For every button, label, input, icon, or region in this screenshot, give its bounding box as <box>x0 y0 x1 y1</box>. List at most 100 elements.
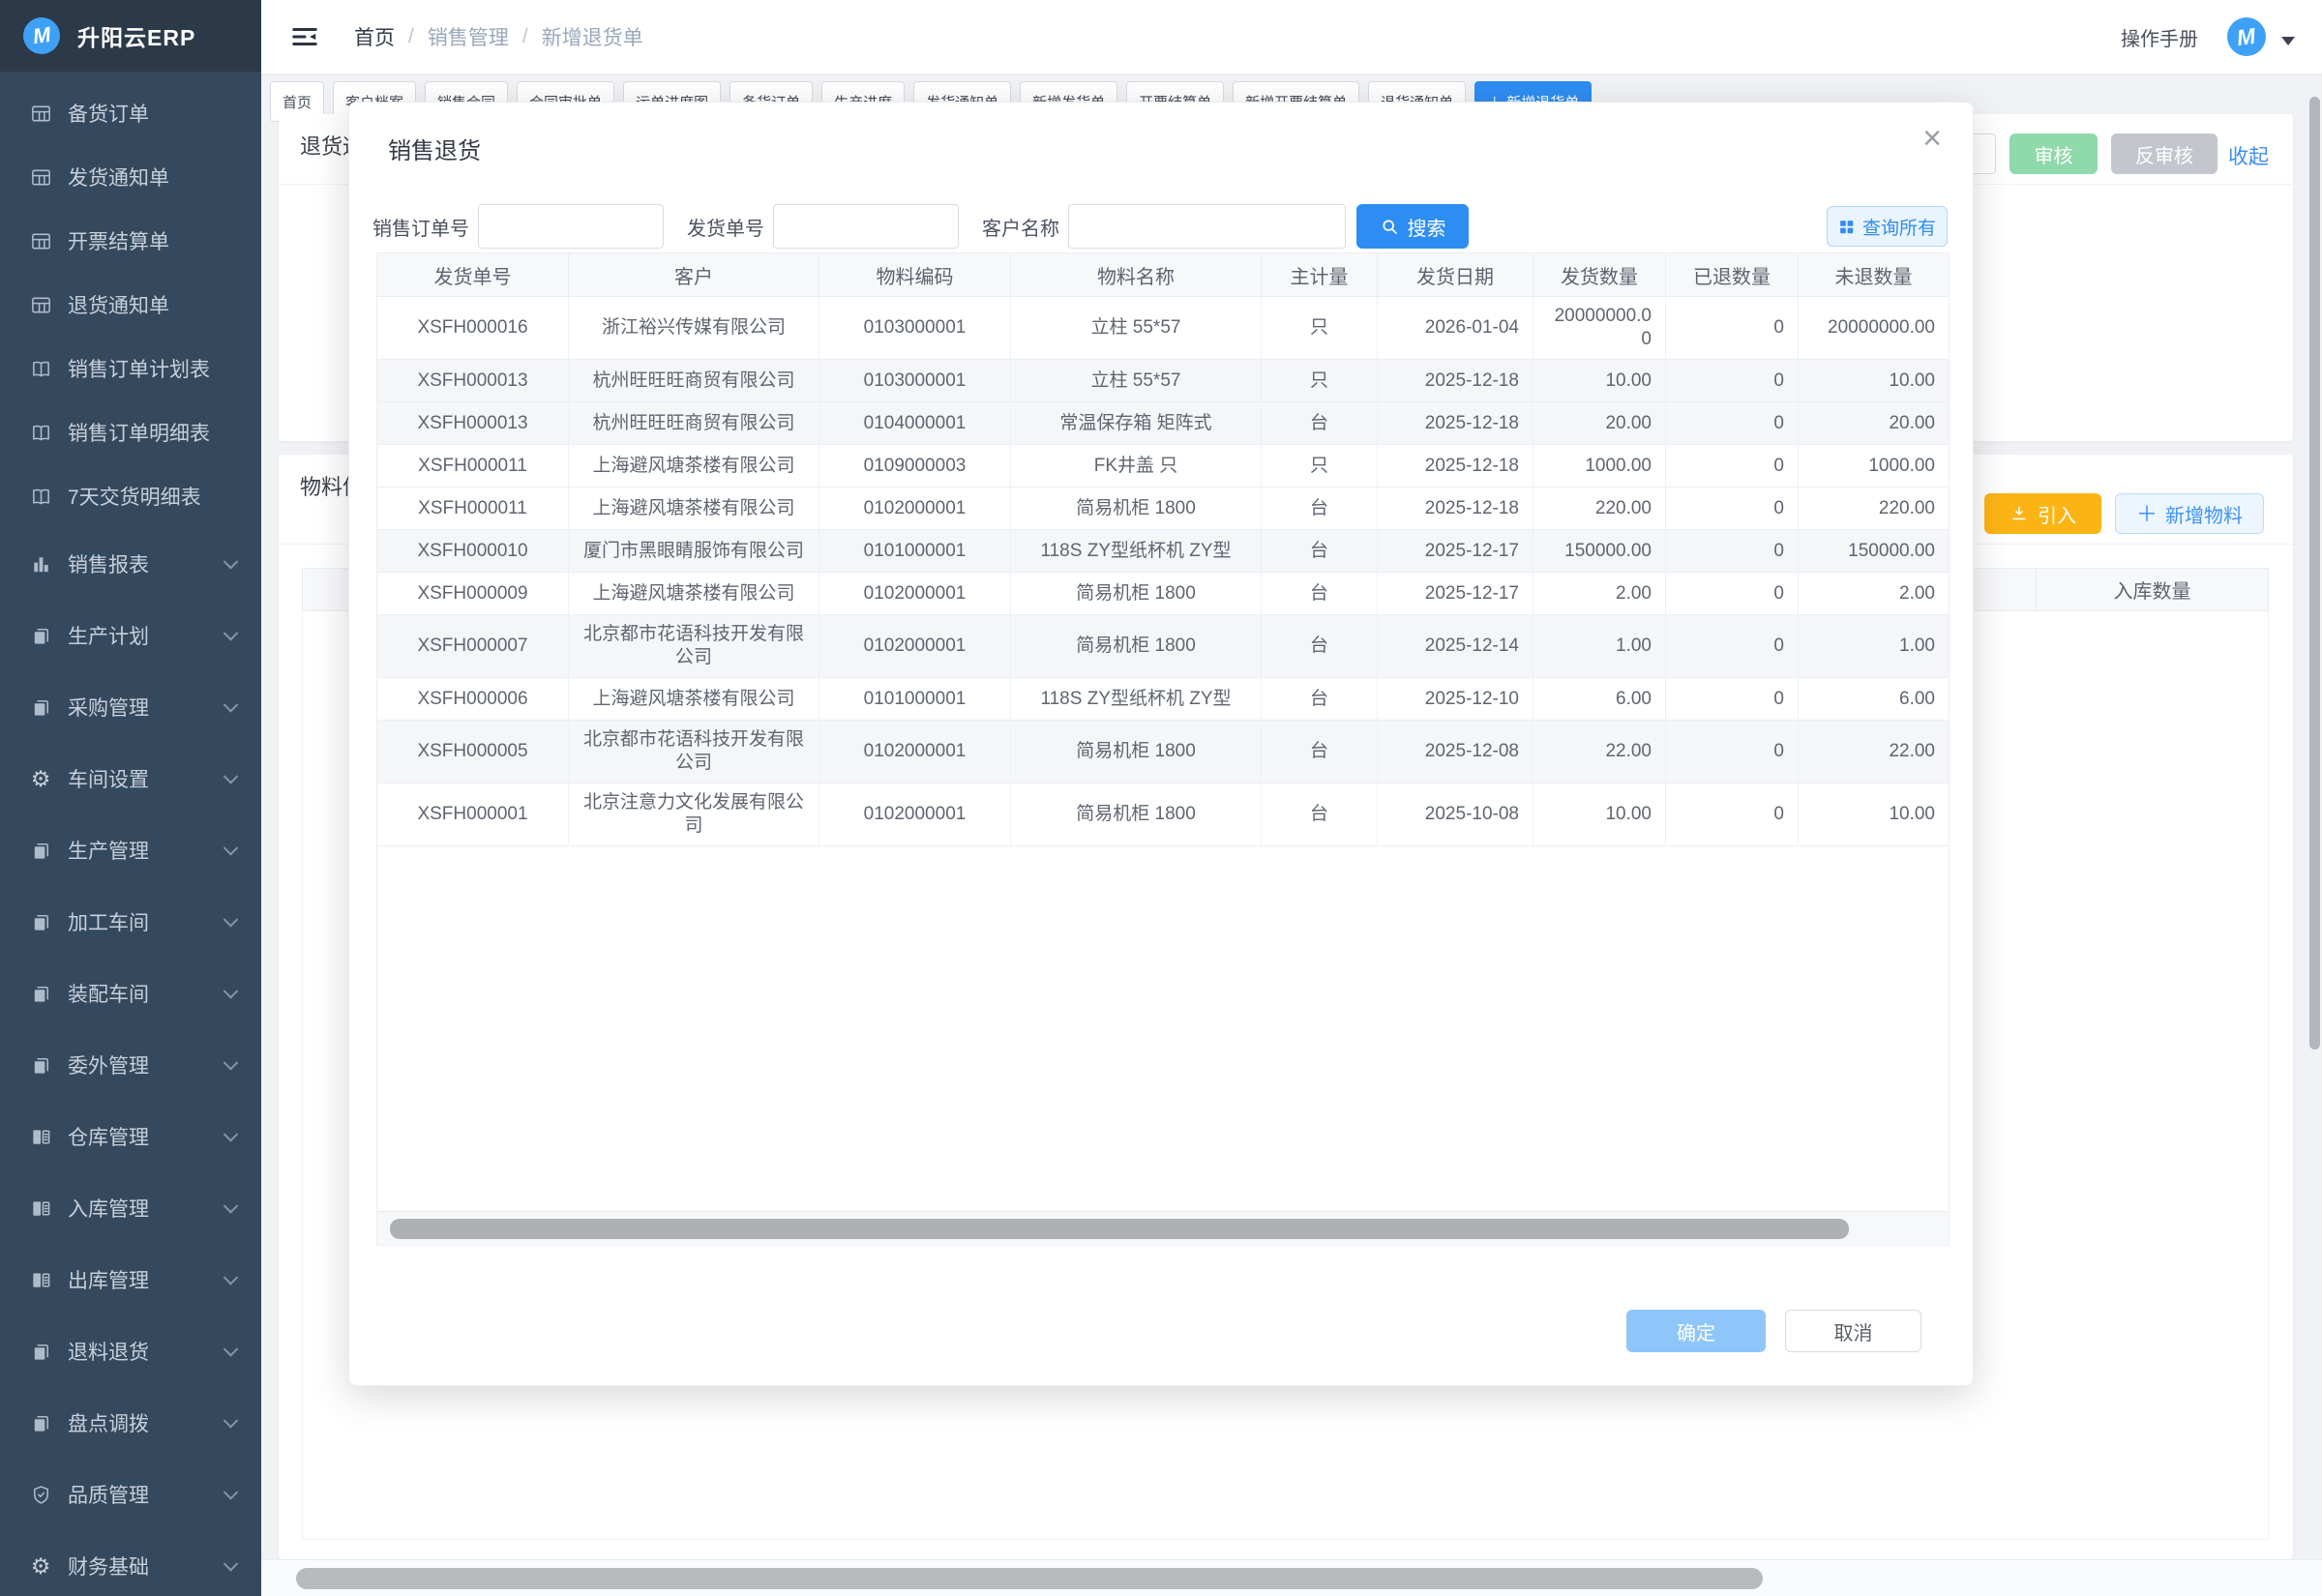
cell-customer: 厦门市黑眼睛服饰有限公司 <box>569 530 819 572</box>
table-row[interactable]: XSFH000010 厦门市黑眼睛服饰有限公司 0101000001 118S … <box>377 530 1949 573</box>
table-row[interactable]: XSFH000007 北京都市花语科技开发有限公司 0102000001 简易机… <box>377 615 1949 678</box>
table-horizontal-scrollbar-thumb[interactable] <box>390 1219 1849 1239</box>
cell-pending-qty: 2.00 <box>1799 573 1949 614</box>
sidebar-item[interactable]: 销售订单计划表 <box>0 337 261 400</box>
sidebar-item[interactable]: 品质管理 <box>0 1459 261 1530</box>
sidebar-item[interactable]: 退货通知单 <box>0 273 261 337</box>
table-horizontal-scrollbar-track <box>377 1211 1949 1245</box>
sidebar-item[interactable]: 开票结算单 <box>0 209 261 273</box>
manual-link[interactable]: 操作手册 <box>2121 23 2198 51</box>
sidebar-item-label: 生产计划 <box>68 621 149 650</box>
sidebar-item[interactable]: 采购管理 <box>0 671 261 743</box>
ship-no-input[interactable] <box>773 204 959 249</box>
import-button[interactable]: 引入 <box>1984 493 2101 534</box>
sidebar-toggle-icon[interactable] <box>290 22 319 51</box>
cell-ship-no: XSFH000005 <box>377 721 569 783</box>
cell-returned-qty: 0 <box>1666 297 1799 359</box>
sidebar-item[interactable]: 7天交货明细表 <box>0 464 261 528</box>
warehouse-icon <box>29 1125 52 1148</box>
chevron-down-icon <box>223 1342 239 1357</box>
sidebar-item[interactable]: 生产管理 <box>0 814 261 886</box>
sidebar-item[interactable]: ⚙ 车间设置 <box>0 743 261 814</box>
cell-unit: 台 <box>1262 530 1378 572</box>
collapse-link[interactable]: 收起 <box>2228 141 2269 170</box>
warehouse-icon <box>29 1197 52 1220</box>
sidebar-item[interactable]: 销售报表 <box>0 528 261 600</box>
vertical-scrollbar[interactable] <box>2309 97 2320 1049</box>
table-row[interactable]: XSFH000001 北京注意力文化发展有限公司 0102000001 简易机柜… <box>377 783 1949 846</box>
book-icon <box>29 421 52 444</box>
sidebar-item[interactable]: 加工车间 <box>0 886 261 958</box>
chevron-down-icon <box>223 697 239 713</box>
customer-name-input[interactable] <box>1068 204 1346 249</box>
chevron-down-icon <box>223 626 239 641</box>
chevron-down-icon <box>223 1198 239 1214</box>
sidebar-item[interactable]: 入库管理 <box>0 1172 261 1244</box>
copy-doc-icon <box>29 1053 52 1077</box>
sidebar-item[interactable]: 出库管理 <box>0 1244 261 1315</box>
sidebar-item[interactable]: 盘点调拨 <box>0 1387 261 1459</box>
table-row[interactable]: XSFH000009 上海避风塘茶楼有限公司 0102000001 简易机柜 1… <box>377 573 1949 615</box>
cell-customer: 北京注意力文化发展有限公司 <box>569 783 819 845</box>
confirm-button[interactable]: 确定 <box>1626 1310 1766 1352</box>
query-all-button[interactable]: 查询所有 <box>1827 206 1948 247</box>
cell-customer: 北京都市花语科技开发有限公司 <box>569 615 819 677</box>
table-row[interactable]: XSFH000016 浙江裕兴传媒有限公司 0103000001 立柱 55*5… <box>377 297 1949 360</box>
copy-doc-icon <box>29 1340 52 1363</box>
cell-returned-qty: 0 <box>1666 678 1799 720</box>
user-menu-caret-icon[interactable] <box>2281 37 2295 45</box>
cell-returned-qty: 0 <box>1666 721 1799 783</box>
cell-customer: 浙江裕兴传媒有限公司 <box>569 297 819 359</box>
sidebar-item[interactable]: 备货订单 <box>0 81 261 145</box>
breadcrumb-home[interactable]: 首页 <box>354 22 395 51</box>
search-button[interactable]: 搜索 <box>1356 204 1469 249</box>
sidebar-item[interactable]: 委外管理 <box>0 1029 261 1101</box>
sales-order-no-input[interactable] <box>478 204 664 249</box>
sidebar-item[interactable]: 销售订单明细表 <box>0 400 261 464</box>
shipments-table: 发货单号 客户 物料编码 物料名称 主计量 发货日期 发货数量 已退数量 未退数… <box>376 252 1950 1246</box>
cell-returned-qty: 0 <box>1666 360 1799 401</box>
table-row[interactable]: XSFH000005 北京都市花语科技开发有限公司 0102000001 简易机… <box>377 721 1949 783</box>
search-field-label: 销售订单号 <box>372 213 469 241</box>
page-horizontal-scrollbar-thumb[interactable] <box>296 1568 1763 1589</box>
table-icon <box>29 293 52 316</box>
table-row[interactable]: XSFH000006 上海避风塘茶楼有限公司 0101000001 118S Z… <box>377 678 1949 721</box>
table-row[interactable]: XSFH000011 上海避风塘茶楼有限公司 0109000003 FK井盖 只… <box>377 445 1949 488</box>
add-material-button[interactable]: ＋ 新增物料 <box>2115 493 2264 534</box>
cell-customer: 杭州旺旺旺商贸有限公司 <box>569 360 819 401</box>
sidebar-item[interactable]: 退料退货 <box>0 1315 261 1387</box>
table-icon <box>29 165 52 189</box>
sidebar-item[interactable]: ⚙ 财务基础 <box>0 1530 261 1596</box>
cell-ship-date: 2025-12-17 <box>1378 530 1533 572</box>
cell-material-name: 立柱 55*57 <box>1011 297 1262 359</box>
audit-button[interactable]: 审核 <box>2009 133 2098 174</box>
table-row[interactable]: XSFH000013 杭州旺旺旺商贸有限公司 0103000001 立柱 55*… <box>377 360 1949 402</box>
cell-ship-no: XSFH000001 <box>377 783 569 845</box>
cancel-button[interactable]: 取消 <box>1785 1310 1921 1352</box>
cell-customer: 上海避风塘茶楼有限公司 <box>569 445 819 487</box>
chevron-down-icon <box>223 1270 239 1286</box>
unaudit-button[interactable]: 反审核 <box>2111 133 2218 174</box>
cell-ship-no: XSFH000016 <box>377 297 569 359</box>
table-row[interactable]: XSFH000011 上海避风塘茶楼有限公司 0102000001 简易机柜 1… <box>377 488 1949 530</box>
sidebar-item[interactable]: 发货通知单 <box>0 145 261 209</box>
avatar[interactable]: M <box>2227 17 2266 56</box>
sidebar-item[interactable]: 装配车间 <box>0 958 261 1029</box>
cell-ship-qty: 1000.00 <box>1533 445 1666 487</box>
close-icon[interactable]: × <box>1917 116 1948 161</box>
sidebar-item[interactable]: 生产计划 <box>0 600 261 671</box>
sidebar-item-label: 销售报表 <box>68 549 149 578</box>
cell-material-code: 0109000003 <box>819 445 1011 487</box>
cell-ship-qty: 220.00 <box>1533 488 1666 529</box>
sidebar-item-label: 7天交货明细表 <box>68 482 201 511</box>
sidebar-item[interactable]: 仓库管理 <box>0 1101 261 1172</box>
search-row: 销售订单号 发货单号 客户名称 搜索 查询所有 <box>349 204 1973 249</box>
breadcrumb-sales[interactable]: 销售管理 <box>428 22 509 51</box>
cell-unit: 只 <box>1262 360 1378 401</box>
cell-ship-date: 2025-12-17 <box>1378 573 1533 614</box>
cell-ship-no: XSFH000007 <box>377 615 569 677</box>
cell-ship-qty: 150000.00 <box>1533 530 1666 572</box>
table-header-row: 发货单号 客户 物料编码 物料名称 主计量 发货日期 发货数量 已退数量 未退数… <box>377 253 1949 297</box>
bar-chart-icon <box>29 552 52 576</box>
table-row[interactable]: XSFH000013 杭州旺旺旺商贸有限公司 0104000001 常温保存箱 … <box>377 402 1949 445</box>
